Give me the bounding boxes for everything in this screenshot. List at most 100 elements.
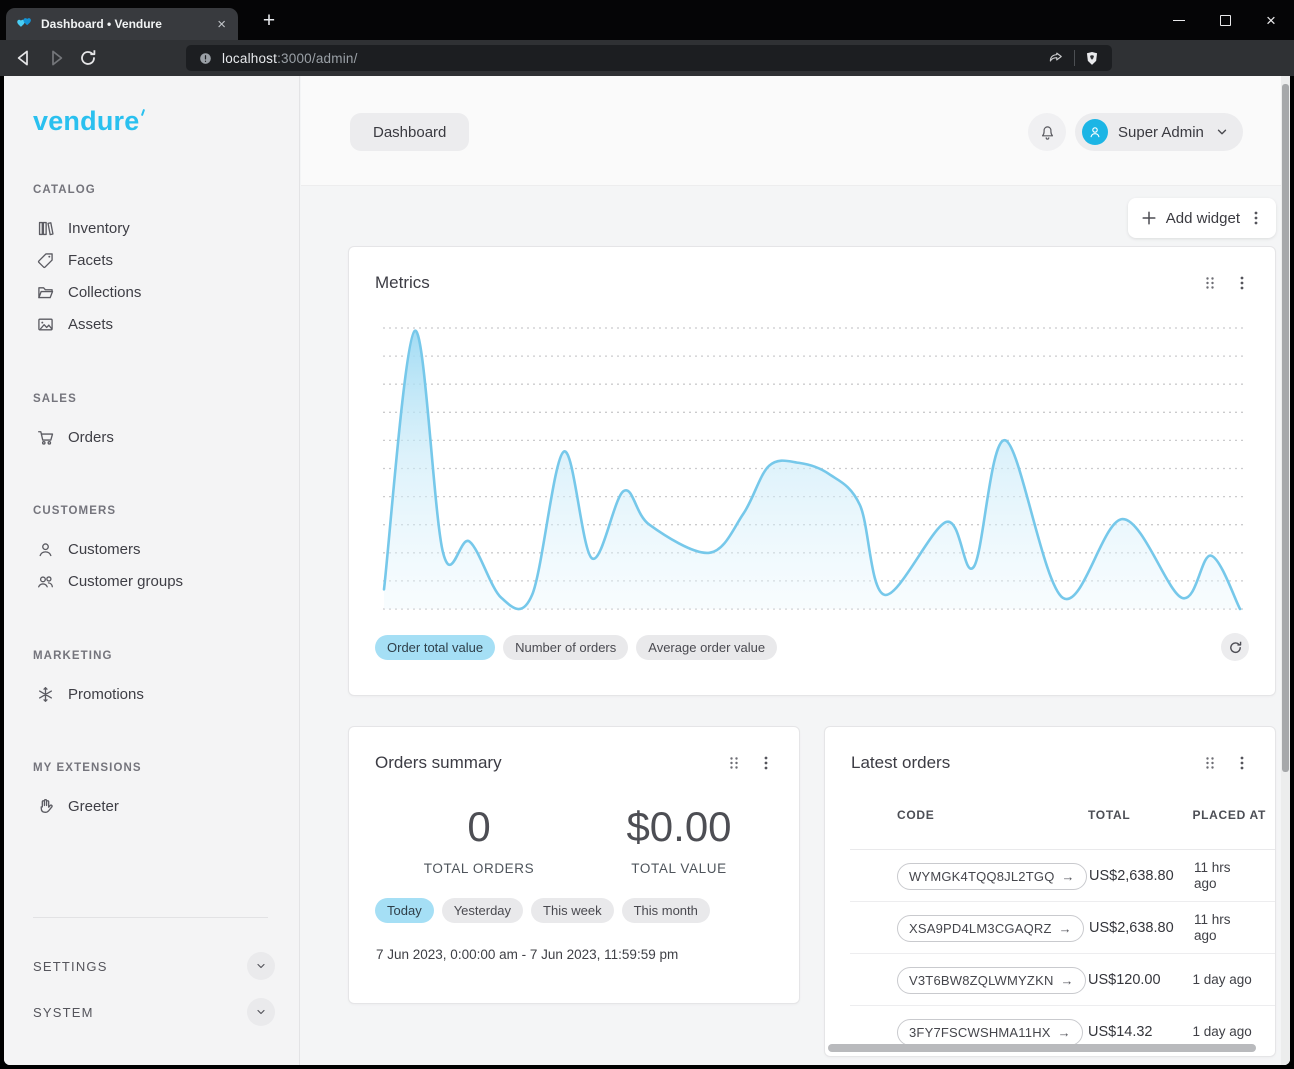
breadcrumb[interactable]: Dashboard [350,113,469,151]
sidebar-item-assets[interactable]: Assets [33,308,279,340]
order-code-chip[interactable]: WYMGK4TQQ8JL2TGQ→ [897,863,1087,890]
latest-orders-table: CODE TOTAL PLACED AT WYMGK4TQQ8JL2TGQ→ U… [825,805,1275,1057]
logo-tick [141,109,145,116]
system-label: SYSTEM [33,1005,94,1020]
section-header-catalog: CATALOG [33,180,279,200]
url-bar[interactable]: localhost:3000/admin/ [186,45,1112,71]
user-menu[interactable]: Super Admin [1075,113,1243,151]
sidebar-divider [33,917,268,918]
system-expand-button[interactable] [247,998,275,1026]
sidebar-item-customer-groups[interactable]: Customer groups [33,565,279,597]
back-icon[interactable] [12,46,36,70]
range-tab-this-week[interactable]: This week [531,898,614,923]
notifications-button[interactable] [1028,113,1066,151]
sidebar-item-customers[interactable]: Customers [33,533,279,565]
order-placed-at: 1 day ago [1192,1024,1275,1040]
metric-tab-order-total-value[interactable]: Order total value [375,635,495,660]
total-orders-label: TOTAL ORDERS [379,861,579,876]
order-code: WYMGK4TQQ8JL2TGQ [909,869,1055,884]
image-icon [37,316,54,333]
logo-text: vendure [33,106,139,137]
sidebar-item-promotions[interactable]: Promotions [33,678,279,710]
user-icon [37,541,54,558]
sidebar-item-label: Assets [68,316,113,333]
tab-title: Dashboard • Vendure [41,17,206,31]
metrics-title: Metrics [375,273,1203,293]
plus-icon [1141,210,1157,226]
kebab-menu-icon[interactable] [759,755,773,771]
sidebar-item-orders[interactable]: Orders [33,421,279,453]
user-name: Super Admin [1118,124,1205,141]
reload-icon[interactable] [76,46,100,70]
chevron-down-icon [1215,125,1229,139]
sidebar-item-collections[interactable]: Collections [33,276,279,308]
site-info-icon[interactable] [198,51,213,66]
settings-expand-button[interactable] [247,952,275,980]
url-text: localhost:3000/admin/ [222,51,358,66]
minimize-button[interactable] [1156,0,1202,40]
brave-shield-icon[interactable] [1084,50,1100,67]
settings-label: SETTINGS [33,959,108,974]
kebab-menu-icon[interactable] [1235,275,1249,291]
hand-icon [37,798,54,815]
order-code: V3T6BW8ZQLWMYZKN [909,973,1054,988]
kebab-menu-icon[interactable] [1249,210,1263,226]
range-tab-today[interactable]: Today [375,898,434,923]
tab-close-icon[interactable]: × [215,17,228,32]
share-icon[interactable] [1047,49,1065,67]
order-placed-at: 11 hrs ago [1194,912,1249,943]
order-placed-at: 11 hrs ago [1194,860,1249,891]
chevron-down-icon [255,960,267,972]
maximize-button[interactable] [1202,0,1248,40]
latest-orders-title: Latest orders [851,753,1203,773]
total-value-value: $0.00 [579,803,779,851]
browser-tab-strip: Dashboard • Vendure × + × [0,0,1294,40]
section-header-marketing: MARKETING [33,646,279,666]
kebab-menu-icon[interactable] [1235,755,1249,771]
drag-handle-icon[interactable] [1203,276,1217,290]
browser-tab[interactable]: Dashboard • Vendure × [6,8,238,40]
sidebar-item-label: Customers [68,541,141,558]
vertical-scrollbar[interactable] [1281,76,1290,1065]
chevron-down-icon [255,1006,267,1018]
order-code-chip[interactable]: 3FY7FSCWSHMA11HX→ [897,1019,1083,1046]
range-tab-this-month[interactable]: This month [622,898,710,923]
add-widget-button[interactable]: Add widget [1128,198,1276,238]
range-tab-yesterday[interactable]: Yesterday [442,898,523,923]
refresh-button[interactable] [1221,633,1249,661]
sidebar-item-facets[interactable]: Facets [33,244,279,276]
horizontal-scrollbar-thumb[interactable] [828,1044,1256,1052]
url-host: localhost [222,51,277,66]
sidebar-section-marketing: MARKETING Promotions [33,646,279,710]
sidebar-item-greeter[interactable]: Greeter [33,790,279,822]
vertical-scrollbar-thumb[interactable] [1282,84,1289,772]
section-header-sales: SALES [33,389,279,409]
metric-tab-average-order-value[interactable]: Average order value [636,635,777,660]
total-value-stat: $0.00 TOTAL VALUE [579,803,779,876]
sidebar-item-inventory[interactable]: Inventory [33,212,279,244]
order-code-chip[interactable]: XSA9PD4LM3CGAQRZ→ [897,915,1084,942]
sidebar-item-label: Facets [68,252,113,269]
sidebar-section-settings[interactable]: SETTINGS [33,948,275,984]
sidebar-section-system[interactable]: SYSTEM [33,994,275,1030]
url-path: :3000/admin/ [277,51,357,66]
user-avatar [1082,119,1108,145]
orders-summary-title: Orders summary [375,753,727,773]
drag-handle-icon[interactable] [1203,756,1217,770]
book-icon [37,220,54,237]
sidebar-item-label: Customer groups [68,573,183,590]
horizontal-scrollbar[interactable] [828,1044,1269,1052]
arrow-right-icon: → [1058,1025,1071,1040]
sidebar-item-label: Inventory [68,220,130,237]
bell-icon [1038,123,1057,142]
forward-icon[interactable] [44,46,68,70]
new-tab-button[interactable]: + [256,8,282,34]
table-row: V3T6BW8ZQLWMYZKN→ US$120.00 1 day ago [825,954,1275,1006]
order-code-chip[interactable]: V3T6BW8ZQLWMYZKN→ [897,967,1086,994]
orders-summary-widget: Orders summary [348,726,800,1004]
close-button[interactable]: × [1248,0,1294,40]
total-orders-stat: 0 TOTAL ORDERS [379,803,579,876]
metric-tab-number-of-orders[interactable]: Number of orders [503,635,628,660]
total-orders-value: 0 [379,803,579,851]
drag-handle-icon[interactable] [727,756,741,770]
